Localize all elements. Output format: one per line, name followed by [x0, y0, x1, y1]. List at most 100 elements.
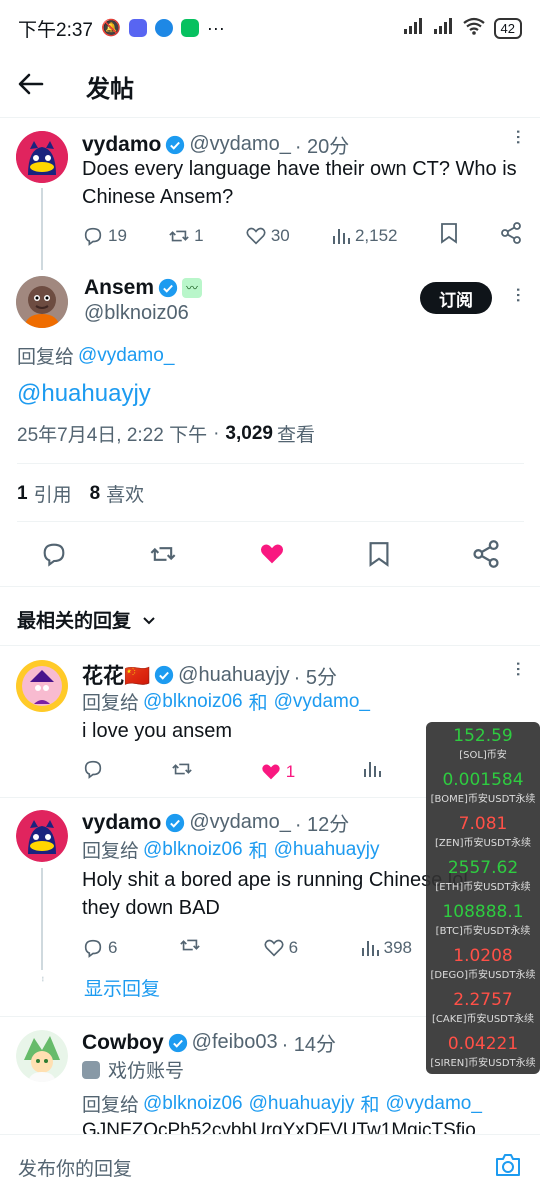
author-name[interactable]: Cowboy [82, 1031, 164, 1055]
ticker-label: [SOL]币安 [459, 750, 507, 761]
avatar[interactable] [16, 1030, 68, 1082]
mention-link[interactable]: @vydamo_ [386, 1093, 482, 1115]
like-button[interactable]: 1 [260, 761, 295, 783]
retweet-button[interactable]: 1 [168, 225, 204, 247]
views-button[interactable]: 398 [360, 938, 412, 958]
author-handle[interactable]: @feibo03 [192, 1031, 278, 1054]
price-ticker-overlay[interactable]: 152.59 [SOL]币安 0.001584 [BOME]币安USDT永续 7.081… [426, 722, 540, 1074]
mention-link[interactable]: @huahuayjy [274, 839, 380, 861]
like-count: 6 [288, 937, 299, 957]
author-name[interactable]: vydamo [82, 811, 161, 835]
avatar[interactable] [16, 276, 68, 328]
signal-icon-2 [432, 17, 454, 40]
compose-placeholder[interactable]: 发布你的回复 [18, 1154, 132, 1181]
reply-text: i love you ansem [82, 720, 233, 742]
reply-prefix: 回复给 [82, 841, 140, 862]
ticker-price: 0.04221 [447, 1034, 519, 1054]
heart-icon[interactable] [258, 540, 286, 573]
ticker-price: 152.59 [453, 726, 513, 746]
more-options-icon[interactable]: ··· [506, 660, 532, 676]
reply-button[interactable]: 6 [82, 937, 117, 959]
mention-link[interactable]: @blknoiz06 [143, 691, 243, 713]
views-label: 查看 [276, 425, 315, 446]
ticker-label: [DEGO]币安USDT永续 [430, 970, 536, 981]
divider [0, 645, 540, 646]
affiliate-badge-icon: 〰 [182, 278, 203, 298]
mute-icon: 🔕 [100, 20, 121, 37]
author-name[interactable]: 花花🇨🇳 [82, 660, 150, 690]
wifi-icon [462, 17, 486, 40]
author-name[interactable]: Ansem [84, 276, 154, 300]
more-options-icon[interactable]: ··· [506, 128, 532, 144]
reply-prefix: 回复给 [82, 693, 140, 714]
reply-icon[interactable] [82, 758, 104, 785]
ticker-item: 2557.62 [ETH]币安USDT永续 [426, 854, 540, 898]
share-icon[interactable] [472, 540, 500, 573]
mention-link[interactable]: @huahuayjy [249, 1093, 355, 1115]
heart-icon [264, 939, 284, 957]
sort-label: 最相关的回复 [17, 611, 132, 632]
page-title: 发帖 [86, 76, 134, 103]
tweet-time: · 5分 [293, 666, 337, 689]
likes-count[interactable]: 8 [90, 483, 101, 505]
quotes-count[interactable]: 1 [17, 483, 28, 505]
author-name[interactable]: vydamo [82, 133, 161, 157]
like-button[interactable]: 30 [245, 225, 290, 247]
show-replies-link[interactable]: 显示回复 [84, 974, 160, 1001]
mention-link[interactable]: @vydamo_ [78, 345, 174, 367]
heart-icon [261, 764, 280, 779]
author-handle[interactable]: @vydamo_ [189, 133, 290, 156]
follow-button[interactable]: 订阅 [420, 282, 492, 314]
ticker-label: [ETH]币安USDT永续 [435, 882, 531, 893]
views-icon[interactable] [362, 759, 382, 784]
mention-link[interactable]: @blknoiz06 [143, 839, 243, 861]
like-button[interactable]: 6 [263, 937, 298, 959]
mention-link[interactable]: @vydamo_ [274, 691, 370, 713]
ticker-item: 0.001584 [BOME]币安USDT永续 [426, 766, 540, 810]
app-icon [154, 19, 173, 37]
more-options-icon[interactable]: ··· [506, 286, 532, 302]
ticker-item: 7.081 [ZEN]币安USDT永续 [426, 810, 540, 854]
avatar[interactable] [16, 131, 68, 183]
retweet-icon[interactable] [179, 934, 201, 961]
verified-icon [166, 813, 185, 832]
camera-icon[interactable] [494, 1152, 522, 1183]
tweet-text[interactable]: @huahuayjy [17, 380, 151, 408]
ticker-price: 0.001584 [442, 770, 524, 790]
divider [17, 463, 524, 464]
reply-button[interactable]: 19 [82, 225, 127, 247]
views-button[interactable]: 2,152 [331, 226, 398, 246]
reply-icon[interactable] [40, 540, 68, 573]
heart-icon [246, 227, 266, 245]
ticker-item: 2.2757 [CAKE]币安USDT永续 [426, 986, 540, 1030]
tweet-meta: 25年7月4日, 2:22 下午 · 3,029 查看 [17, 420, 315, 447]
compose-reply-bar[interactable]: 发布你的回复 [0, 1134, 540, 1200]
share-icon[interactable] [500, 222, 522, 249]
bookmark-icon[interactable] [439, 222, 459, 249]
quotes-label[interactable]: 引用 [34, 480, 72, 507]
author-handle[interactable]: @vydamo_ [189, 811, 290, 834]
tweet-time: · 14分 [281, 1034, 337, 1056]
sort-dropdown[interactable]: 最相关的回复 [17, 606, 157, 633]
author-handle[interactable]: @huahuayjy [178, 664, 289, 687]
and-text: 和 [248, 841, 268, 862]
top-bar: 发帖 [0, 56, 540, 118]
avatar[interactable] [16, 660, 68, 712]
ticker-price: 2557.62 [447, 858, 519, 878]
avatar[interactable] [16, 810, 68, 862]
divider [0, 586, 540, 587]
likes-label[interactable]: 喜欢 [106, 480, 144, 507]
ticker-label: [BOME]币安USDT永续 [430, 794, 536, 805]
reply-header: Cowboy @feibo03 · 14分 [82, 1028, 336, 1057]
parody-label: 戏仿账号 [108, 1061, 185, 1082]
author-handle[interactable]: @blknoiz06 [84, 302, 189, 325]
views-count: 3,029 [225, 422, 273, 444]
tweet-text: Does every language have their own CT? W… [82, 158, 517, 208]
back-arrow-icon[interactable] [18, 73, 44, 100]
verified-icon [168, 1033, 187, 1052]
retweet-icon[interactable] [171, 758, 193, 785]
engagement-row: 1 引用 8 喜欢 [17, 480, 144, 507]
mention-link[interactable]: @blknoiz06 [143, 1093, 243, 1115]
retweet-icon[interactable] [149, 540, 177, 573]
bookmark-icon[interactable] [367, 540, 391, 573]
